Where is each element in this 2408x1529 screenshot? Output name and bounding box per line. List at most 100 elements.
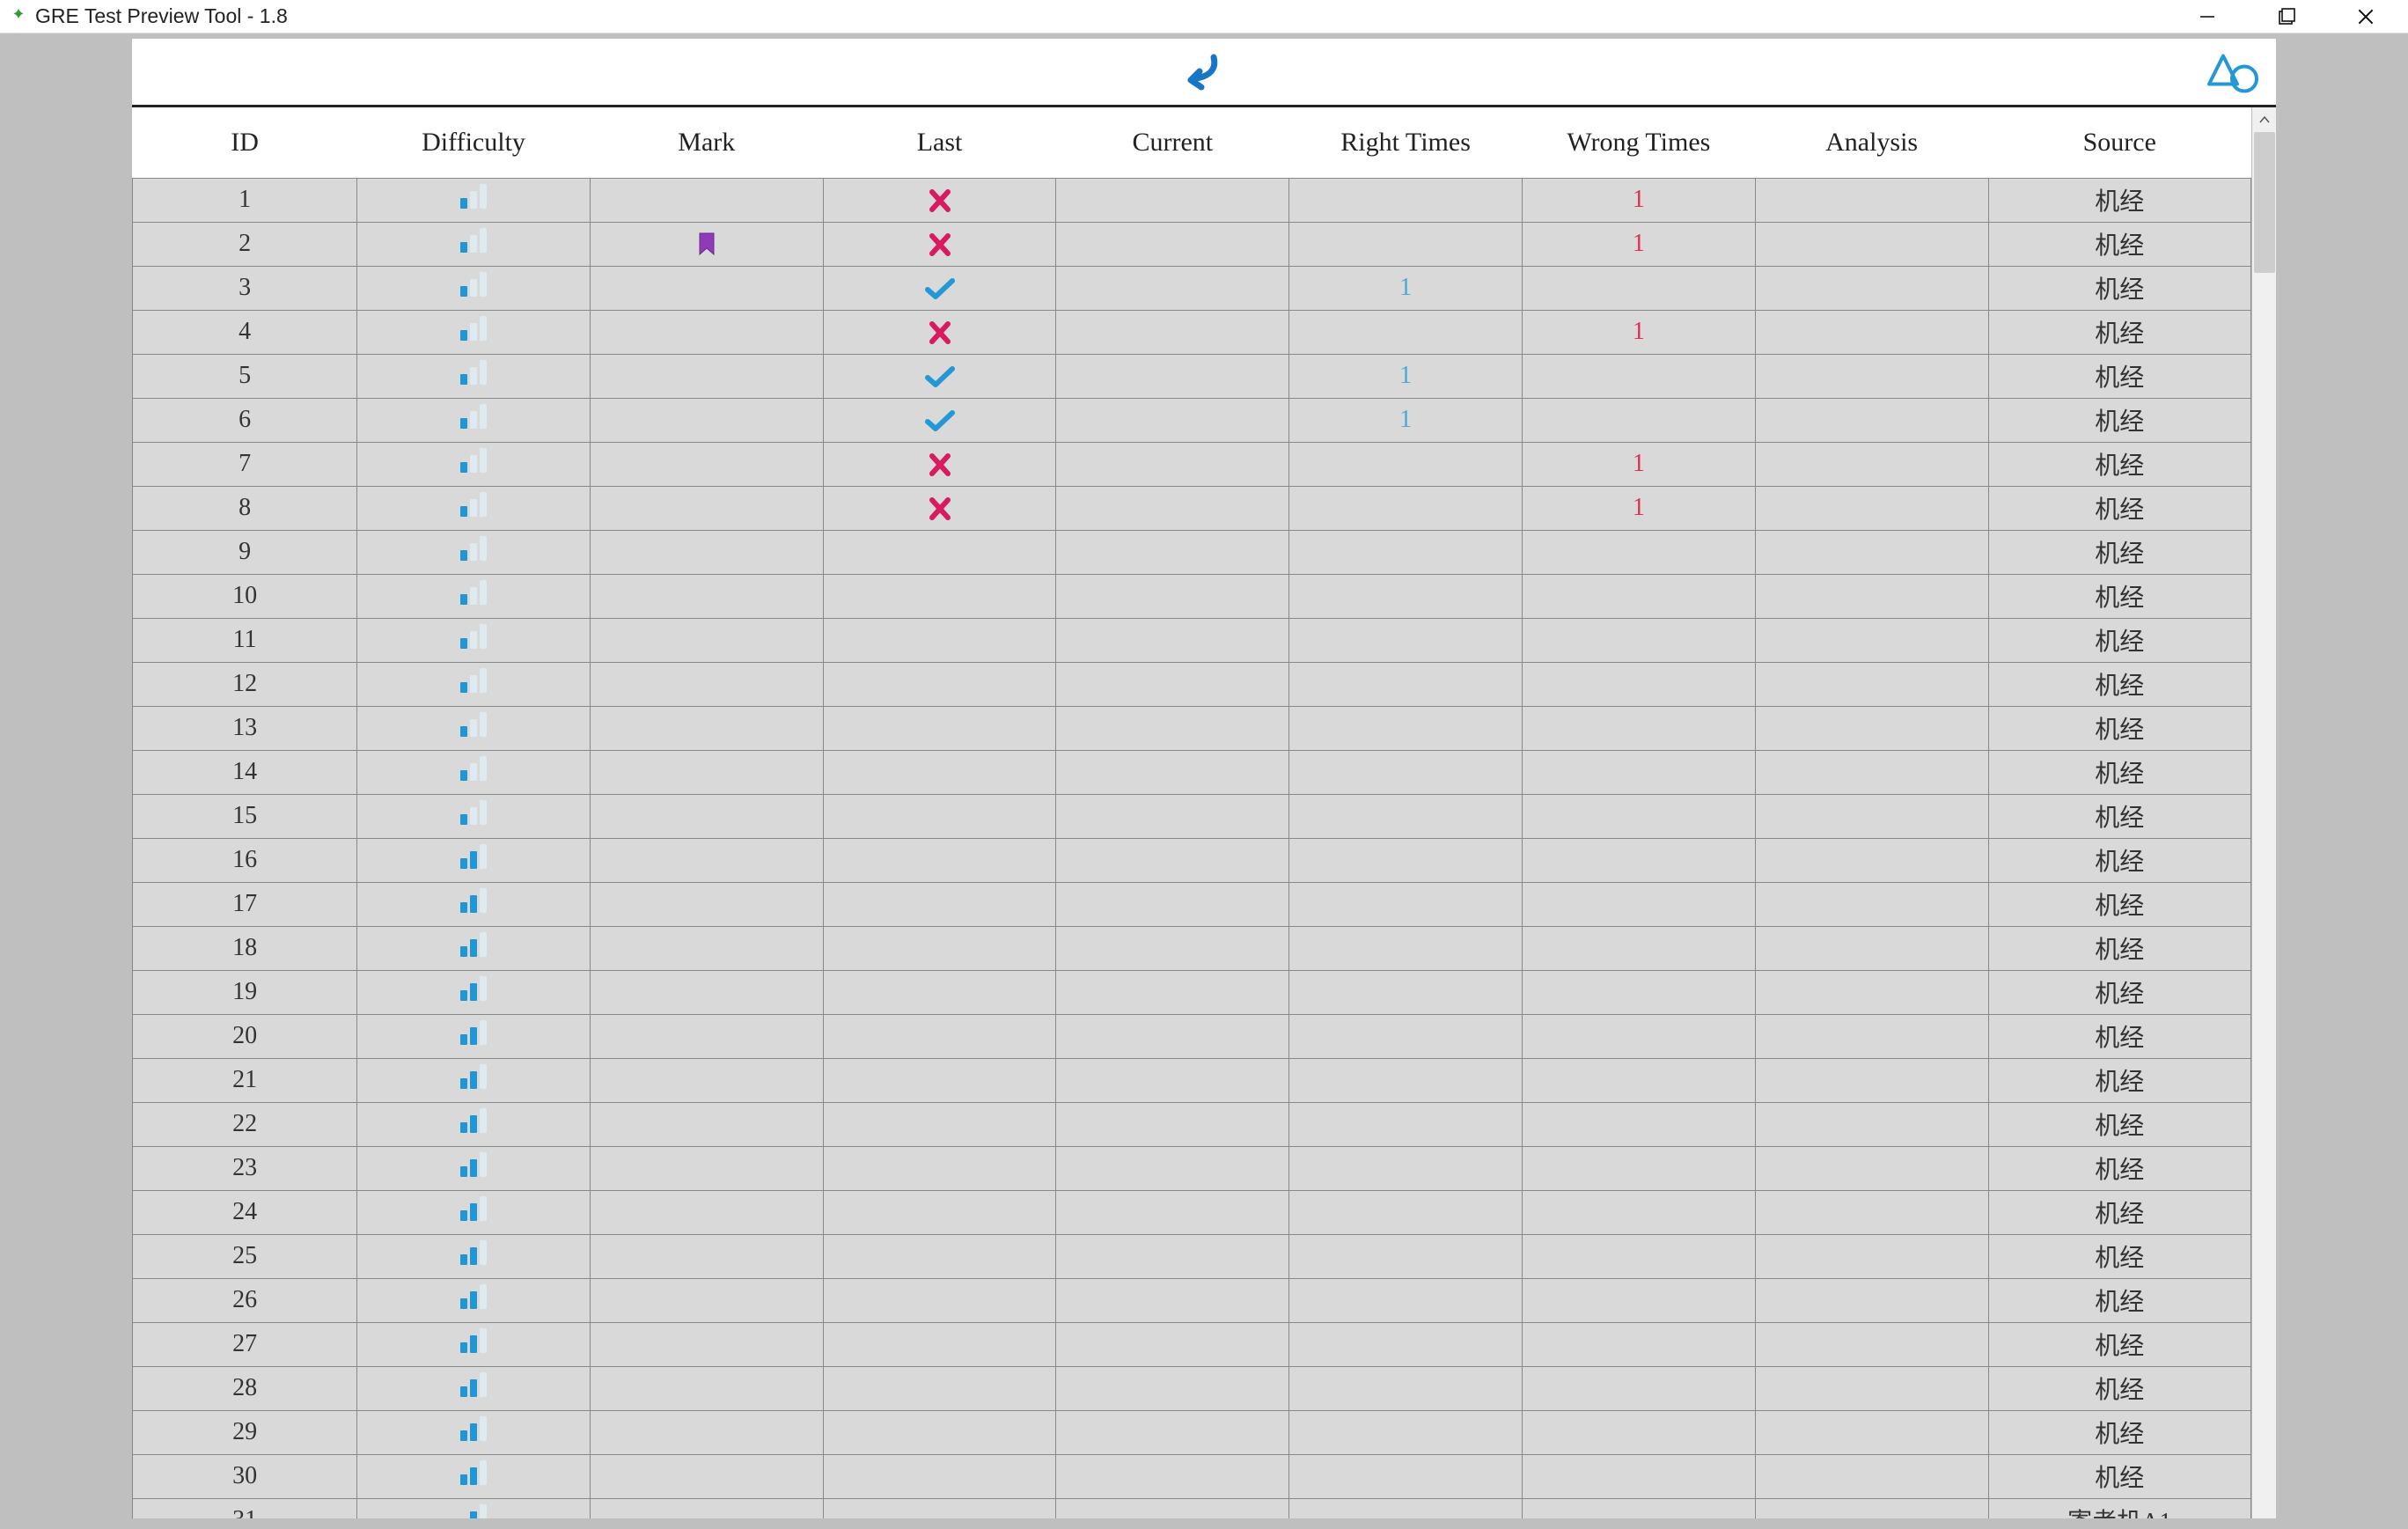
table-row[interactable]: 23 机经 — [133, 1146, 2251, 1190]
table-row[interactable]: 6 1 机经 — [133, 398, 2251, 442]
cell-current — [1056, 926, 1289, 970]
table-row[interactable]: 20 机经 — [133, 1014, 2251, 1058]
table-row[interactable]: 18 机经 — [133, 926, 2251, 970]
cell-wrong-times — [1522, 1014, 1755, 1058]
cell-right-times — [1289, 706, 1523, 750]
table-row[interactable]: 19 机经 — [133, 970, 2251, 1014]
table-row[interactable]: 21 机经 — [133, 1058, 2251, 1102]
cell-mark[interactable] — [590, 882, 823, 926]
col-header-id[interactable]: ID — [133, 107, 357, 178]
cell-mark[interactable] — [590, 310, 823, 354]
cell-mark[interactable] — [590, 838, 823, 882]
table-row[interactable]: 17 机经 — [133, 882, 2251, 926]
cell-mark[interactable] — [590, 926, 823, 970]
difficulty-bars-icon — [460, 404, 487, 429]
table-row[interactable]: 13 机经 — [133, 706, 2251, 750]
cell-wrong-times — [1522, 1146, 1755, 1190]
cell-mark[interactable] — [590, 970, 823, 1014]
table-row[interactable]: 11 机经 — [133, 618, 2251, 662]
table-row[interactable]: 26 机经 — [133, 1278, 2251, 1322]
back-button[interactable] — [1173, 45, 1235, 99]
cell-last — [823, 266, 1056, 310]
minimize-button[interactable] — [2191, 1, 2223, 33]
cell-id: 13 — [133, 706, 357, 750]
cell-mark[interactable] — [590, 178, 823, 222]
col-header-last[interactable]: Last — [823, 107, 1056, 178]
col-header-source[interactable]: Source — [1988, 107, 2251, 178]
cell-analysis — [1755, 1014, 1988, 1058]
col-header-current[interactable]: Current — [1056, 107, 1289, 178]
table-row[interactable]: 15 机经 — [133, 794, 2251, 838]
table-row[interactable]: 2 1 机经 — [133, 222, 2251, 266]
col-header-mark[interactable]: Mark — [590, 107, 823, 178]
table-row[interactable]: 4 1 机经 — [133, 310, 2251, 354]
cell-mark[interactable] — [590, 1278, 823, 1322]
cell-mark[interactable] — [590, 1146, 823, 1190]
cell-mark[interactable] — [590, 1410, 823, 1454]
cell-mark[interactable] — [590, 222, 823, 266]
cell-mark[interactable] — [590, 1014, 823, 1058]
cell-mark[interactable] — [590, 1366, 823, 1410]
cell-mark[interactable] — [590, 750, 823, 794]
cell-mark[interactable] — [590, 354, 823, 398]
table-row[interactable]: 9 机经 — [133, 530, 2251, 574]
table-row[interactable]: 7 1 机经 — [133, 442, 2251, 486]
scroll-thumb[interactable] — [2254, 132, 2275, 273]
cross-icon — [927, 229, 953, 256]
table-row[interactable]: 22 机经 — [133, 1102, 2251, 1146]
scroll-up-button[interactable] — [2252, 107, 2276, 132]
cell-difficulty — [357, 926, 591, 970]
cell-last — [823, 882, 1056, 926]
cell-mark[interactable] — [590, 706, 823, 750]
cell-mark[interactable] — [590, 574, 823, 618]
cell-mark[interactable] — [590, 1234, 823, 1278]
cell-mark[interactable] — [590, 1102, 823, 1146]
cell-mark[interactable] — [590, 1498, 823, 1518]
app-icon — [9, 7, 28, 26]
table-row[interactable]: 10 机经 — [133, 574, 2251, 618]
table-row[interactable]: 16 机经 — [133, 838, 2251, 882]
col-header-difficulty[interactable]: Difficulty — [357, 107, 591, 178]
cell-mark[interactable] — [590, 398, 823, 442]
cell-right-times — [1289, 1278, 1523, 1322]
table-row[interactable]: 8 1 机经 — [133, 486, 2251, 530]
check-icon — [924, 362, 956, 389]
table-row[interactable]: 3 1 机经 — [133, 266, 2251, 310]
table-row[interactable]: 14 机经 — [133, 750, 2251, 794]
cell-mark[interactable] — [590, 1322, 823, 1366]
maximize-button[interactable] — [2271, 1, 2302, 33]
cell-id: 7 — [133, 442, 357, 486]
cell-wrong-times — [1522, 882, 1755, 926]
table-row[interactable]: 29 机经 — [133, 1410, 2251, 1454]
cell-source: 机经 — [1988, 1410, 2251, 1454]
close-button[interactable] — [2350, 1, 2382, 33]
table-row[interactable]: 1 1 机经 — [133, 178, 2251, 222]
cell-mark[interactable] — [590, 266, 823, 310]
cell-mark[interactable] — [590, 1190, 823, 1234]
col-header-right-times[interactable]: Right Times — [1289, 107, 1523, 178]
vertical-scrollbar[interactable] — [2251, 107, 2276, 1518]
table-row[interactable]: 31 寄考机A1 — [133, 1498, 2251, 1518]
cell-mark[interactable] — [590, 662, 823, 706]
cell-mark[interactable] — [590, 486, 823, 530]
table-row[interactable]: 12 机经 — [133, 662, 2251, 706]
cell-source: 机经 — [1988, 1058, 2251, 1102]
table-row[interactable]: 30 机经 — [133, 1454, 2251, 1498]
cell-current — [1056, 530, 1289, 574]
cell-last — [823, 222, 1056, 266]
cell-mark[interactable] — [590, 618, 823, 662]
table-row[interactable]: 5 1 机经 — [133, 354, 2251, 398]
cell-mark[interactable] — [590, 530, 823, 574]
cell-mark[interactable] — [590, 442, 823, 486]
table-row[interactable]: 24 机经 — [133, 1190, 2251, 1234]
table-row[interactable]: 28 机经 — [133, 1366, 2251, 1410]
cell-analysis — [1755, 1454, 1988, 1498]
cell-mark[interactable] — [590, 1058, 823, 1102]
col-header-wrong-times[interactable]: Wrong Times — [1522, 107, 1755, 178]
table-row[interactable]: 27 机经 — [133, 1322, 2251, 1366]
cell-mark[interactable] — [590, 794, 823, 838]
table-row[interactable]: 25 机经 — [133, 1234, 2251, 1278]
cell-mark[interactable] — [590, 1454, 823, 1498]
cell-source: 机经 — [1988, 530, 2251, 574]
col-header-analysis[interactable]: Analysis — [1755, 107, 1988, 178]
